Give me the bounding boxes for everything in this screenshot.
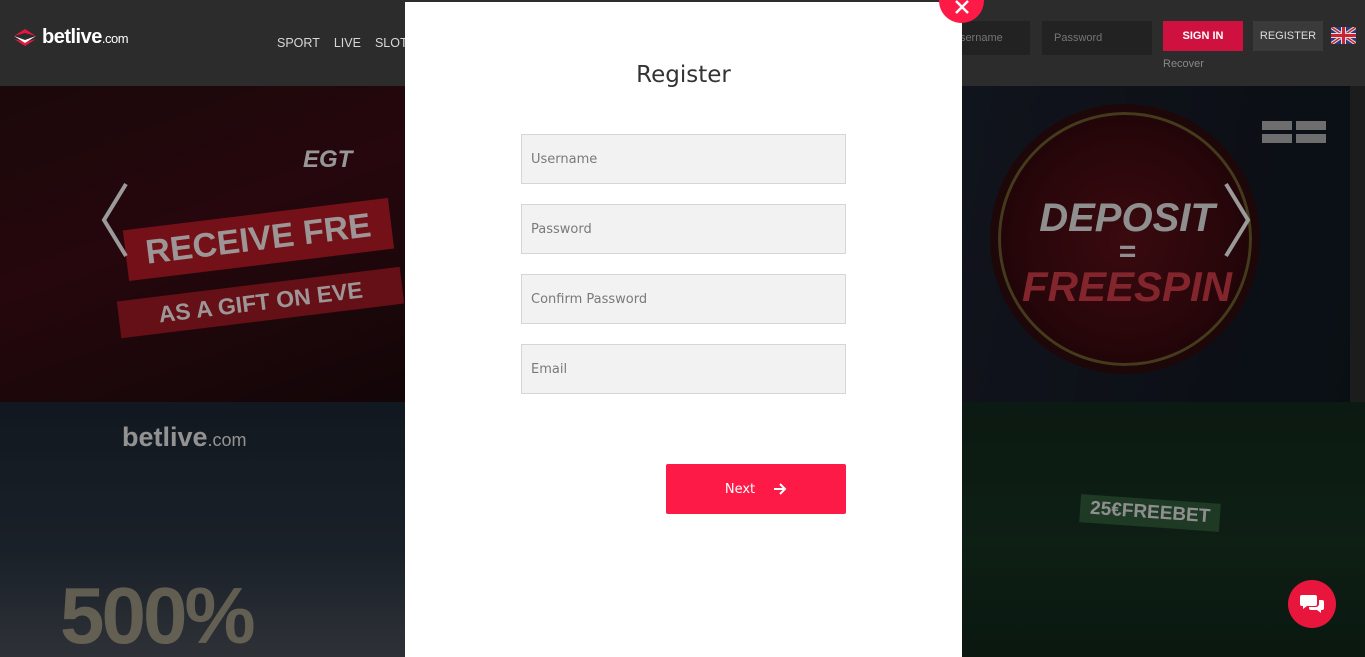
modal-title: Register [636, 62, 731, 88]
nav-item-sport[interactable]: SPORT [277, 36, 320, 50]
close-icon [954, 0, 969, 14]
username-field[interactable] [521, 134, 846, 184]
header-password-input[interactable] [1042, 21, 1152, 55]
recover-link[interactable]: Recover [1163, 58, 1204, 70]
register-button[interactable]: REGISTER [1253, 21, 1323, 51]
password-field[interactable] [521, 204, 846, 254]
email-field[interactable] [521, 344, 846, 394]
register-modal: Register Next [405, 2, 962, 657]
carousel-next-arrow-icon[interactable] [1222, 180, 1252, 260]
bonus-promo-banner[interactable]: betlive.com 500% [0, 402, 405, 657]
live-chat-button[interactable] [1288, 580, 1336, 628]
betlive-logo-icon [12, 27, 38, 49]
uk-flag-icon[interactable] [1331, 27, 1356, 44]
next-button[interactable]: Next [666, 464, 846, 514]
grid-view-icon[interactable] [1262, 121, 1326, 143]
chat-bubbles-icon [1300, 595, 1324, 613]
logo-wordmark: betlive [42, 26, 102, 48]
carousel-prev-arrow-icon[interactable] [100, 180, 130, 260]
egt-promo-banner[interactable]: EGT RECEIVE FRE AS A GIFT ON EVE [0, 86, 405, 402]
arrow-right-icon [774, 483, 787, 495]
sign-in-button[interactable]: SIGN IN [1163, 21, 1243, 51]
logo-suffix: .com [101, 31, 129, 46]
next-button-label: Next [724, 481, 756, 497]
main-nav: SPORT LIVE SLOTS [277, 36, 416, 50]
confirm-password-field[interactable] [521, 274, 846, 324]
betlive-logo[interactable]: betlive.com [12, 26, 129, 49]
nav-item-live[interactable]: LIVE [334, 36, 361, 50]
